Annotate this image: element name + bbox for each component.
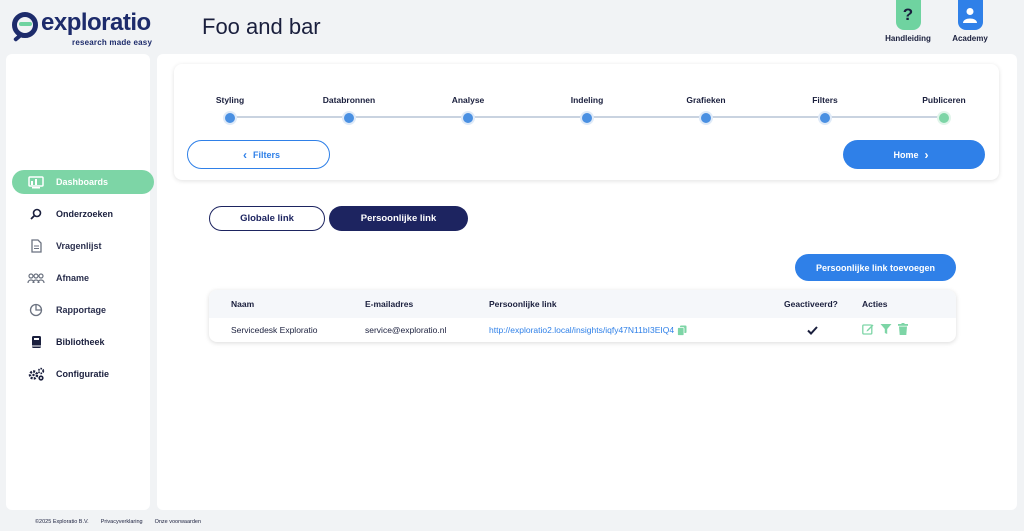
column-header-actions: Acties xyxy=(862,299,888,309)
previous-step-label: Filters xyxy=(252,149,280,160)
sidebar-item-afname[interactable]: Afname xyxy=(12,266,154,290)
trash-icon[interactable] xyxy=(898,323,908,337)
column-header-link: Persoonlijke link xyxy=(489,299,557,309)
brand-name: exploratio xyxy=(41,9,151,36)
pie-chart-icon xyxy=(26,303,46,317)
sidebar-item-vragenlijst[interactable]: Vragenlijst xyxy=(12,234,154,258)
sidebar-item-label: Onderzoeken xyxy=(56,209,114,219)
footer-privacy-link[interactable]: Privacyverklaring xyxy=(101,519,143,525)
academy-label: Academy xyxy=(952,34,988,43)
sidebar-item-bibliotheek[interactable]: Bibliotheek xyxy=(12,330,154,354)
sidebar-item-onderzoeken[interactable]: Onderzoeken xyxy=(12,202,154,226)
academy-button[interactable]: Academy xyxy=(940,0,1000,43)
chevron-left-icon: ‹ xyxy=(242,147,247,162)
tab-global-link[interactable]: Globale link xyxy=(209,206,325,231)
edit-icon[interactable] xyxy=(862,323,874,337)
step-databronnen[interactable]: Databronnen xyxy=(309,95,389,125)
brand-logo[interactable]: exploratio research made easy xyxy=(12,8,153,47)
sidebar-item-label: Configuratie xyxy=(56,369,109,379)
row-actions xyxy=(862,318,908,342)
document-icon xyxy=(26,239,46,253)
column-header-naam: Naam xyxy=(231,299,255,309)
filter-icon[interactable] xyxy=(880,323,892,337)
personal-links-table: Naam E-mailadres Persoonlijke link Geact… xyxy=(209,290,956,342)
sidebar-item-label: Rapportage xyxy=(56,305,107,315)
table-header: Naam E-mailadres Persoonlijke link Geact… xyxy=(209,290,956,318)
add-personal-link-button[interactable]: Persoonlijke link toevoegen xyxy=(795,254,956,281)
column-header-activated: Geactiveerd? xyxy=(784,299,838,309)
tab-personal-link[interactable]: Persoonlijke link xyxy=(329,206,468,231)
step-filters[interactable]: Filters xyxy=(785,95,865,125)
cogs-icon xyxy=(26,367,46,381)
dashboard-icon xyxy=(26,175,46,189)
sidebar-item-label: Dashboards xyxy=(56,177,109,187)
sidebar-item-dashboards[interactable]: Dashboards xyxy=(12,170,154,194)
step-publiceren[interactable]: Publiceren xyxy=(904,95,984,125)
row-link-cell: http://exploratio2.local/insights/iqfy47… xyxy=(489,318,687,342)
chevron-right-icon: › xyxy=(924,147,929,162)
help-label: Handleiding xyxy=(885,34,931,43)
search-icon xyxy=(26,208,46,220)
sidebar-item-label: Vragenlijst xyxy=(56,241,102,251)
footer: ©2025 Exploratio B.V. Privacyverklaring … xyxy=(35,519,201,525)
sidebar-item-configuratie[interactable]: Configuratie xyxy=(12,362,154,386)
personal-link[interactable]: http://exploratio2.local/insights/iqfy47… xyxy=(489,325,674,335)
page-title: Foo and bar xyxy=(202,14,321,39)
book-icon xyxy=(26,335,46,349)
sidebar-item-label: Bibliotheek xyxy=(56,337,105,347)
step-styling[interactable]: Styling xyxy=(190,95,270,125)
user-icon xyxy=(957,0,983,30)
previous-step-button[interactable]: ‹ Filters xyxy=(187,140,330,169)
step-analyse[interactable]: Analyse xyxy=(428,95,508,125)
step-indeling[interactable]: Indeling xyxy=(547,95,627,125)
footer-copyright: ©2025 Exploratio B.V. xyxy=(35,519,89,525)
question-icon: ? xyxy=(895,0,921,30)
row-email: service@exploratio.nl xyxy=(365,325,447,335)
sidebar-item-rapportage[interactable]: Rapportage xyxy=(12,298,154,322)
home-button[interactable]: Home › xyxy=(843,140,985,169)
step-grafieken[interactable]: Grafieken xyxy=(666,95,746,125)
people-icon xyxy=(26,272,46,284)
row-name: Servicedesk Exploratio xyxy=(231,325,318,335)
sidebar-item-label: Afname xyxy=(56,273,90,283)
help-button[interactable]: ? Handleiding xyxy=(878,0,938,43)
home-label: Home xyxy=(893,149,919,160)
footer-terms-link[interactable]: Onze voorwaarden xyxy=(155,519,201,525)
table-row: Servicedesk Exploratio service@explorati… xyxy=(209,318,956,342)
copy-icon[interactable] xyxy=(677,325,687,336)
brand-tagline: research made easy xyxy=(72,38,153,47)
column-header-email: E-mailadres xyxy=(365,299,414,309)
activated-check-icon xyxy=(807,318,818,342)
